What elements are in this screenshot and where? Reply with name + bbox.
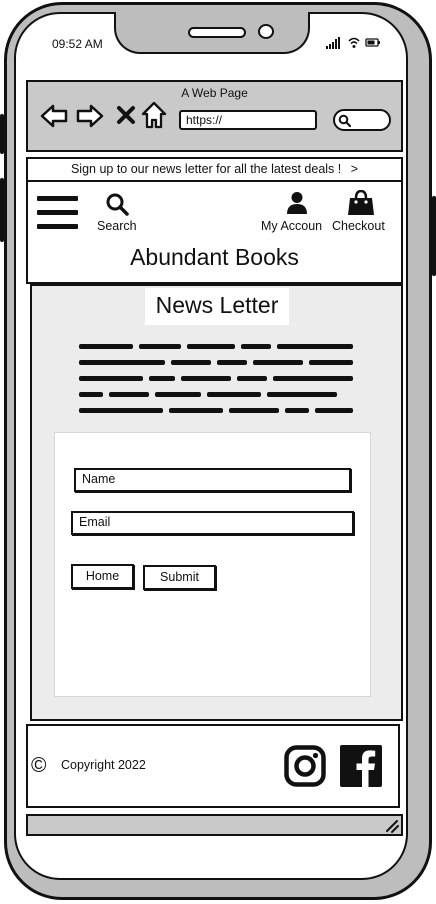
forward-arrow-icon[interactable] xyxy=(76,102,104,130)
facebook-icon[interactable] xyxy=(340,745,382,787)
newsletter-title: News Letter xyxy=(155,292,279,318)
wifi-icon xyxy=(348,37,360,48)
account-label[interactable]: My Accoun xyxy=(261,219,322,233)
url-input[interactable]: https:// xyxy=(179,110,317,130)
copyright-icon: © xyxy=(31,754,47,777)
signal-icon xyxy=(326,37,340,49)
home-button[interactable]: Home xyxy=(71,564,134,589)
close-icon[interactable] xyxy=(116,105,136,125)
resize-grip-icon[interactable] xyxy=(384,818,400,834)
home-icon[interactable] xyxy=(141,101,167,129)
status-time: 09:52 AM xyxy=(52,37,103,51)
side-button-left-2 xyxy=(0,178,4,242)
camera-icon xyxy=(258,24,274,39)
search-icon xyxy=(338,114,351,127)
browser-page-title: A Web Page xyxy=(181,86,248,100)
browser-search-field[interactable] xyxy=(333,109,391,131)
speaker-icon xyxy=(188,27,246,38)
name-field[interactable]: Name xyxy=(74,468,351,492)
submit-button[interactable]: Submit xyxy=(143,565,216,590)
store-title: Abundant Books xyxy=(130,244,299,270)
copyright-text: Copyright 2022 xyxy=(61,758,146,772)
instagram-icon[interactable] xyxy=(284,745,326,787)
side-button-right xyxy=(432,196,436,276)
hamburger-menu-icon[interactable] xyxy=(37,196,78,232)
side-button-left xyxy=(0,114,4,154)
checkout-label[interactable]: Checkout xyxy=(332,219,385,233)
browser-status-strip xyxy=(26,814,403,836)
search-icon[interactable] xyxy=(105,192,131,216)
banner-arrow: > xyxy=(350,162,359,176)
banner-text: Sign up to our news letter for all the l… xyxy=(70,162,342,176)
placeholder-text-block xyxy=(79,344,354,416)
battery-icon xyxy=(365,38,380,47)
newsletter-banner[interactable]: Sign up to our news letter for all the l… xyxy=(26,157,403,182)
email-field[interactable]: Email xyxy=(71,511,354,535)
checkout-bag-icon[interactable] xyxy=(347,190,375,216)
back-arrow-icon[interactable] xyxy=(40,102,68,130)
account-icon[interactable] xyxy=(286,191,308,215)
search-label[interactable]: Search xyxy=(97,219,137,233)
status-icons xyxy=(326,37,380,49)
